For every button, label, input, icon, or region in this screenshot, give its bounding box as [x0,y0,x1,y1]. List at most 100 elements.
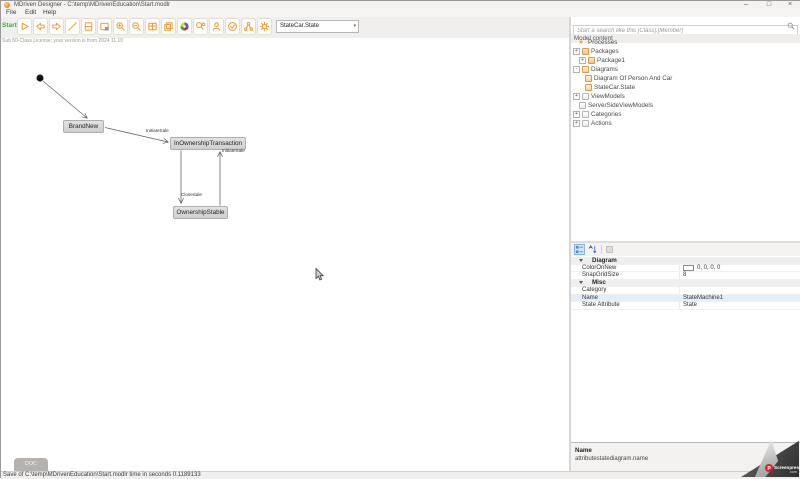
viewmodels-icon [582,93,589,100]
menu-bar: File Edit Help [1,9,800,17]
property-label: SnapGridSize [582,272,620,279]
window-title: MDriven Designer - C:\temp\MDrivenEducat… [14,2,171,8]
diagram-selector-combobox[interactable]: StateCar.State ▾ [276,20,359,33]
property-label: State Attribute [582,302,620,309]
expander-icon[interactable]: + [573,111,580,118]
search-icon [787,22,795,30]
menu-help[interactable]: Help [43,9,56,17]
tree-item-statecar-state[interactable]: StateCar.State [571,83,800,92]
grid-view-icon [148,22,157,31]
draw-line-icon [68,22,77,31]
app-window: MDriven Designer - C:\temp\MDrivenEducat… [0,0,800,479]
window-preview-icon [100,22,109,31]
diagram-icon [585,75,592,82]
split-view-button[interactable] [81,18,96,35]
color-wheel-icon [180,22,189,31]
maximize-button[interactable]: □ [762,1,776,9]
gear-icon [259,21,270,32]
tree-item-actions[interactable]: + Actions [571,119,800,128]
property-row-state-attribute[interactable]: State Attribute State [571,302,800,310]
property-label: ColorOnNew [582,264,617,271]
alphabetical-sort-button[interactable] [587,244,598,255]
transition-label-initiatesale-2: InitiateSale [222,148,245,153]
search-settings-button[interactable] [193,18,208,35]
tree-item-serversideviewmodels[interactable]: ServerSideViewModels [571,101,800,110]
property-value[interactable]: StateMachine1 [679,294,800,301]
package-icon [582,48,589,55]
user-button[interactable] [209,18,224,35]
validate-button[interactable] [225,18,240,35]
property-grid: Diagram ColorOnNew 0, 0, 0, 0 SnapGridSi… [571,257,800,310]
tree-item-label: Diagram Of Person And Car [594,75,673,82]
color-swatch[interactable] [683,264,694,271]
forward-button[interactable] [49,18,64,35]
association-button[interactable] [241,18,256,35]
expander-icon[interactable]: + [573,120,580,127]
expander-icon[interactable]: + [573,48,580,55]
zoom-out-button[interactable] [129,18,144,35]
transition-initial-to-brandnew[interactable] [42,80,87,118]
grid-view-button[interactable] [145,18,160,35]
split-view-icon [84,22,93,31]
screenpresso-logo-icon: p [765,464,773,472]
settings-button[interactable] [257,18,272,35]
tree-item-label: Processes [588,39,618,46]
play-icon [21,22,29,31]
association-icon [244,22,253,31]
property-category-diagram[interactable]: Diagram [571,257,800,265]
tree-item-diagram-of-person-and-car[interactable]: Diagram Of Person And Car [571,74,800,83]
state-node-brandnew[interactable]: BrandNew [63,120,104,133]
chevron-down-icon: ▾ [353,23,356,29]
color-wheel-button[interactable] [177,18,192,35]
search-box [573,19,798,38]
initial-state-dot[interactable] [36,74,44,82]
state-node-ownershipstable[interactable]: OwnershipStable [173,206,228,219]
property-row-category[interactable]: Category [571,287,800,295]
tree-item-label: Categories [591,111,622,118]
minimize-button[interactable]: – [739,1,753,9]
window-preview-button[interactable] [97,18,112,35]
property-value[interactable]: State [679,302,800,309]
transition-label-initiatesale: InitiateSale [146,128,169,133]
property-row-coloronnew[interactable]: ColorOnNew 0, 0, 0, 0 [571,264,800,272]
property-row-name[interactable]: Name StateMachine1 [571,294,800,302]
diagram-canvas[interactable]: BrandNew InOwnershipTransaction Ownershi… [1,45,569,471]
zoom-in-icon [116,22,125,31]
property-category-misc[interactable]: Misc [571,279,800,287]
play-button[interactable] [17,18,32,35]
tree-item-processes[interactable]: » Processes [571,38,800,47]
tree-item-diagrams[interactable]: - Diagrams [571,65,800,74]
mouse-cursor [315,268,325,281]
diagram-edges [36,74,569,206]
tree-item-label: ServerSideViewModels [588,102,653,109]
draw-line-button[interactable] [65,18,80,35]
watermark-suffix: .com [789,470,798,474]
categorized-view-button[interactable] [574,244,585,255]
property-value[interactable] [679,287,800,294]
color-value-text: 0, 0, 0, 0 [697,264,721,271]
property-value[interactable]: 0, 0, 0, 0 [679,264,800,271]
sort-az-icon [588,245,597,254]
tree-item-packages[interactable]: + Packages [571,47,800,56]
expander-icon[interactable]: + [579,57,586,64]
screenpresso-watermark: p Screenpresso .com [741,439,800,477]
zoom-in-button[interactable] [113,18,128,35]
duplicate-icon [164,22,173,31]
menu-file[interactable]: File [6,9,16,17]
duplicate-button[interactable] [161,18,176,35]
tree-item-package1[interactable]: + Package1 [571,56,800,65]
expander-icon[interactable]: - [573,66,580,73]
title-bar: MDriven Designer - C:\temp\MDrivenEducat… [1,1,800,9]
processes-icon: » [579,39,583,46]
transition-label-closesale: CloseSale [181,192,202,197]
property-value[interactable]: 8 [679,272,800,279]
tree-item-viewmodels[interactable]: + ViewModels [571,92,800,101]
doc-tab[interactable]: DOC [14,458,48,471]
menu-edit[interactable]: Edit [25,9,36,17]
back-button[interactable] [33,18,48,35]
close-button[interactable]: × [783,1,797,9]
tree-item-categories[interactable]: + Categories [571,110,800,119]
app-logo-icon [4,2,10,8]
diagrams-folder-icon [582,66,589,73]
expander-icon[interactable]: + [573,93,580,100]
